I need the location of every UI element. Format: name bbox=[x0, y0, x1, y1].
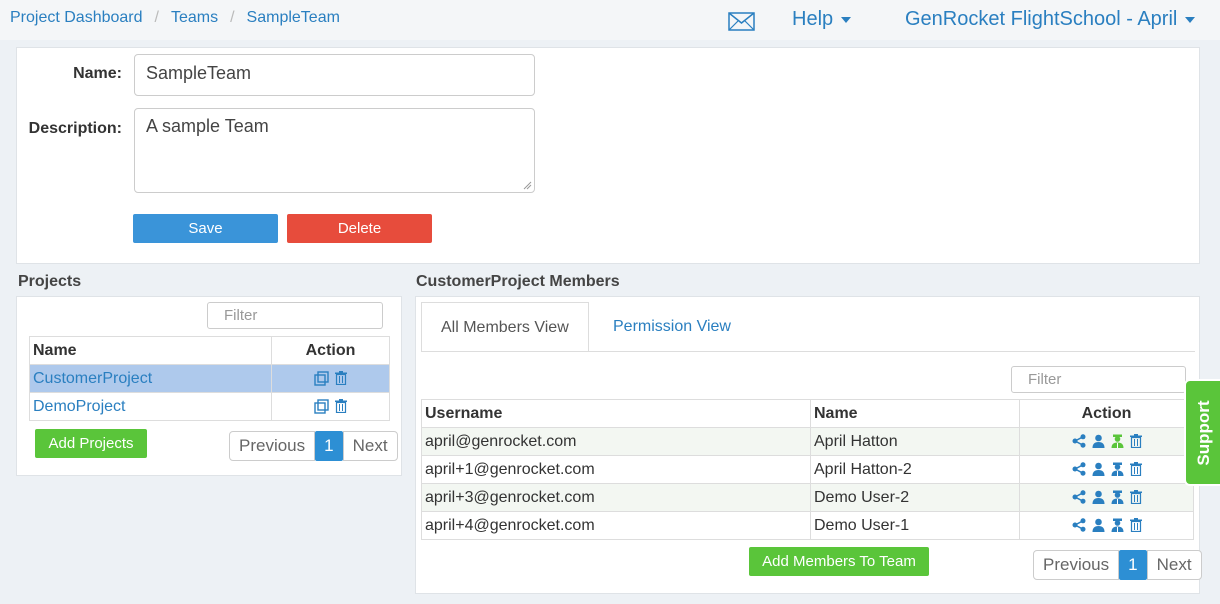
chevron-down-icon bbox=[841, 16, 852, 23]
name-label: Name: bbox=[73, 65, 122, 82]
trash-icon[interactable] bbox=[1129, 490, 1142, 505]
column-header-action: Action bbox=[271, 336, 390, 365]
trash-icon[interactable] bbox=[335, 399, 347, 414]
page-button[interactable]: 1 bbox=[1119, 550, 1147, 580]
projects-pager: Previous 1 Next bbox=[229, 431, 398, 461]
action-cell bbox=[1019, 483, 1194, 512]
user-icon[interactable] bbox=[1092, 434, 1105, 449]
copy-icon[interactable] bbox=[314, 399, 329, 414]
resize-handle-icon[interactable] bbox=[523, 181, 532, 190]
tab-all-members-view[interactable]: All Members View bbox=[421, 302, 589, 352]
share-icon[interactable] bbox=[1072, 518, 1086, 532]
projects-table: Name Action CustomerProject DemoProject bbox=[29, 336, 390, 421]
name-cell: April Hatton bbox=[810, 427, 1020, 456]
name-cell: Demo User-2 bbox=[810, 483, 1020, 512]
column-header-name[interactable]: Name bbox=[810, 399, 1020, 428]
table-row[interactable]: april@genrocket.com April Hatton bbox=[421, 427, 1194, 456]
column-header-action: Action bbox=[1019, 399, 1194, 428]
name-field[interactable]: SampleTeam bbox=[134, 54, 535, 96]
next-page-button[interactable]: Next bbox=[342, 431, 398, 461]
table-row[interactable]: CustomerProject bbox=[29, 364, 390, 393]
username-cell: april+1@genrocket.com bbox=[421, 455, 811, 484]
help-menu[interactable]: Help bbox=[792, 8, 852, 31]
project-link[interactable]: CustomerProject bbox=[33, 370, 152, 387]
breadcrumb-sampleteam[interactable]: SampleTeam bbox=[247, 9, 340, 27]
trash-icon[interactable] bbox=[1129, 434, 1142, 449]
trash-icon[interactable] bbox=[335, 371, 347, 386]
breadcrumb-project-dashboard[interactable]: Project Dashboard bbox=[10, 9, 143, 27]
admin-user-icon[interactable] bbox=[1111, 434, 1124, 449]
breadcrumb-separator: / bbox=[154, 9, 159, 26]
support-tab[interactable]: Support bbox=[1184, 379, 1220, 486]
share-icon[interactable] bbox=[1072, 434, 1086, 448]
copy-icon[interactable] bbox=[314, 371, 329, 386]
username-cell: april+3@genrocket.com bbox=[421, 483, 811, 512]
name-cell: April Hatton-2 bbox=[810, 455, 1020, 484]
save-button[interactable]: Save bbox=[133, 214, 278, 243]
members-panel: All Members View Permission View Filter … bbox=[415, 296, 1202, 594]
previous-page-button[interactable]: Previous bbox=[229, 431, 316, 461]
tab-permission-view[interactable]: Permission View bbox=[594, 302, 750, 352]
breadcrumb-teams[interactable]: Teams bbox=[171, 9, 218, 27]
projects-filter-input[interactable]: Filter bbox=[207, 302, 383, 329]
members-title: CustomerProject Members bbox=[416, 273, 620, 290]
admin-user-icon[interactable] bbox=[1111, 490, 1124, 505]
username-cell: april@genrocket.com bbox=[421, 427, 811, 456]
org-user-menu[interactable]: GenRocket FlightSchool - April bbox=[905, 8, 1196, 31]
support-label: Support bbox=[1194, 399, 1213, 466]
org-label: GenRocket FlightSchool - April bbox=[905, 8, 1178, 30]
projects-title: Projects bbox=[18, 273, 82, 290]
trash-icon[interactable] bbox=[1129, 518, 1142, 533]
next-page-button[interactable]: Next bbox=[1146, 550, 1202, 580]
projects-panel: Filter Name Action CustomerProject DemoP… bbox=[16, 296, 402, 476]
chevron-down-icon bbox=[1185, 16, 1196, 23]
admin-user-icon[interactable] bbox=[1111, 462, 1124, 477]
members-pager: Previous 1 Next bbox=[1033, 550, 1202, 580]
breadcrumb: Project Dashboard / Teams / SampleTeam bbox=[10, 9, 340, 27]
add-projects-button[interactable]: Add Projects bbox=[35, 429, 147, 458]
delete-button[interactable]: Delete bbox=[287, 214, 432, 243]
mail-icon[interactable] bbox=[728, 12, 755, 31]
name-cell: Demo User-1 bbox=[810, 511, 1020, 540]
table-row[interactable]: april+1@genrocket.com April Hatton-2 bbox=[421, 455, 1194, 484]
column-header-username[interactable]: Username bbox=[421, 399, 811, 428]
help-label: Help bbox=[792, 8, 834, 30]
members-filter-input[interactable]: Filter bbox=[1011, 366, 1186, 393]
members-table: Username Name Action april@genrocket.com… bbox=[421, 399, 1194, 540]
user-icon[interactable] bbox=[1092, 490, 1105, 505]
user-icon[interactable] bbox=[1092, 462, 1105, 477]
description-label: Description: bbox=[28, 120, 122, 137]
share-icon[interactable] bbox=[1072, 462, 1086, 476]
page-button[interactable]: 1 bbox=[315, 431, 343, 461]
username-cell: april+4@genrocket.com bbox=[421, 511, 811, 540]
breadcrumb-separator: / bbox=[230, 9, 235, 26]
add-members-button[interactable]: Add Members To Team bbox=[749, 547, 929, 576]
table-row[interactable]: april+3@genrocket.com Demo User-2 bbox=[421, 483, 1194, 512]
table-row[interactable]: DemoProject bbox=[29, 392, 390, 421]
table-row[interactable]: april+4@genrocket.com Demo User-1 bbox=[421, 511, 1194, 540]
previous-page-button[interactable]: Previous bbox=[1033, 550, 1120, 580]
top-bar: Project Dashboard / Teams / SampleTeam H… bbox=[0, 0, 1220, 40]
trash-icon[interactable] bbox=[1129, 462, 1142, 477]
admin-user-icon[interactable] bbox=[1111, 518, 1124, 533]
description-field[interactable]: A sample Team bbox=[134, 108, 535, 193]
tab-divider bbox=[421, 351, 1195, 352]
column-header-name[interactable]: Name bbox=[29, 336, 272, 365]
action-cell bbox=[1019, 455, 1194, 484]
share-icon[interactable] bbox=[1072, 490, 1086, 504]
action-cell bbox=[1019, 511, 1194, 540]
team-form-panel: Name: SampleTeam Description: A sample T… bbox=[16, 47, 1200, 264]
action-cell bbox=[1019, 427, 1194, 456]
user-icon[interactable] bbox=[1092, 518, 1105, 533]
project-link[interactable]: DemoProject bbox=[33, 398, 125, 415]
description-text: A sample Team bbox=[146, 116, 269, 136]
